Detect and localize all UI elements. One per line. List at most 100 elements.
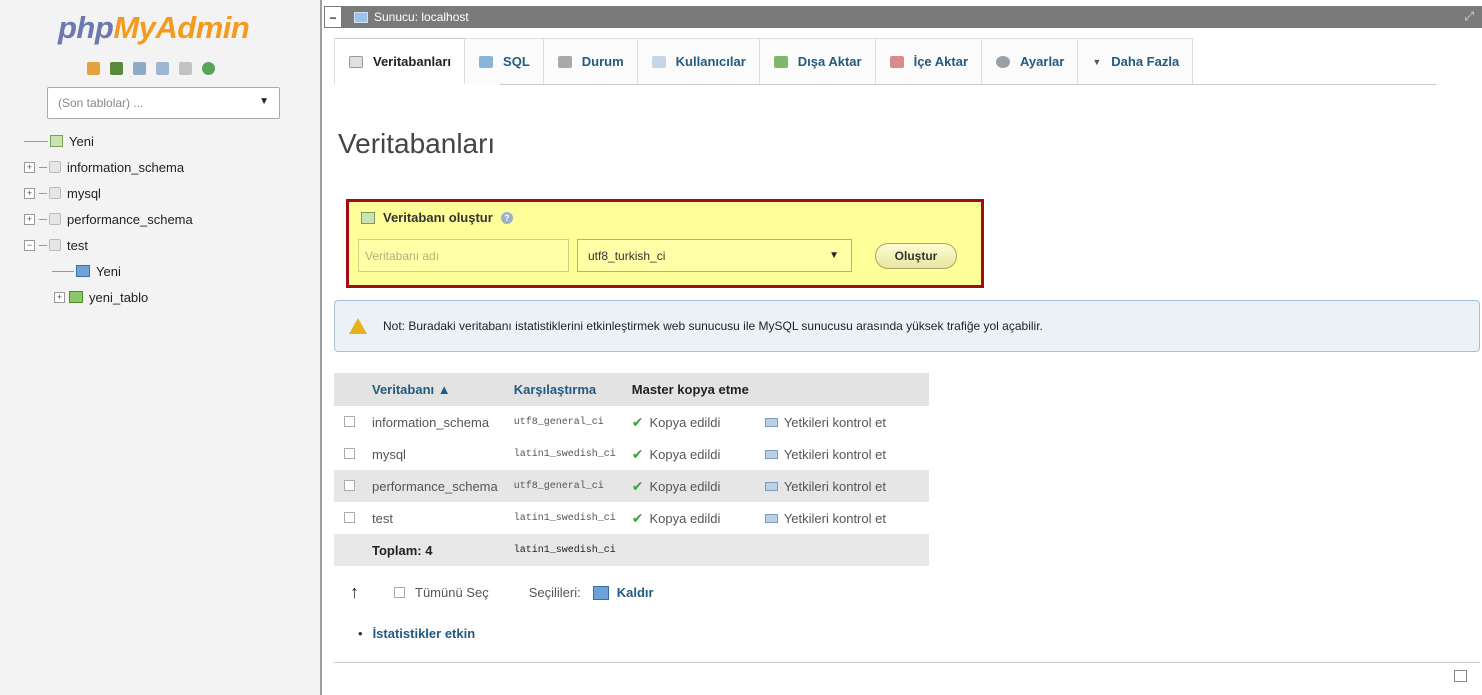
server-breadcrumb-bar: − Sunucu: localhost ⤢ — [324, 6, 1482, 28]
create-database-legend: Veritabanı oluştur ? — [361, 210, 513, 225]
row-checkbox[interactable] — [344, 447, 355, 459]
enable-statistics-link[interactable]: İstatistikler etkin — [358, 626, 476, 641]
check-privileges-label: Yetkileri kontrol et — [783, 446, 886, 462]
tab-users[interactable]: Kullanıcılar — [637, 38, 760, 84]
database-tree: Yeni + information_schema + mysql + perf… — [24, 128, 193, 310]
recent-tables-select[interactable]: (Son tablolar) ... ▼ — [47, 87, 280, 119]
table-row: performance_schema utf8_general_ci ✔ Kopy… — [334, 470, 929, 502]
phpmyadmin-logo[interactable]: phpMyAdmin — [58, 10, 250, 46]
expand-icon[interactable]: + — [24, 161, 35, 173]
expand-icon[interactable]: + — [24, 213, 35, 225]
collation-select[interactable]: utf8_turkish_ci ▼ — [577, 239, 852, 272]
tree-item-yeni-tablo[interactable]: + yeni_tablo — [24, 284, 193, 310]
docs-icon[interactable] — [156, 62, 169, 75]
privileges-icon — [764, 417, 778, 427]
tree-connector — [52, 270, 74, 272]
tree-item-label[interactable]: performance_schema — [67, 212, 193, 227]
expand-icon[interactable]: + — [54, 291, 65, 303]
new-database-icon — [50, 135, 63, 147]
tree-item-new-database[interactable]: Yeni — [24, 128, 193, 154]
check-privileges-link[interactable]: Yetkileri kontrol et — [757, 438, 929, 470]
collation-value: utf8_turkish_ci — [588, 248, 666, 263]
table-header-row: Veritabanı ▲ Karşılaştırma Master kopya … — [334, 373, 929, 406]
tab-export[interactable]: Dışa Aktar — [759, 38, 876, 84]
logo-php: php — [58, 10, 114, 45]
collapse-icon[interactable]: − — [24, 239, 35, 251]
tree-item-information-schema[interactable]: + information_schema — [24, 154, 193, 180]
collapse-navigation-button[interactable]: − — [324, 6, 342, 28]
select-all-label[interactable]: Tümünü Seç — [415, 585, 489, 600]
tab-databases[interactable]: Veritabanları — [334, 38, 466, 84]
help-icon[interactable]: ? — [500, 211, 513, 224]
select-all-checkbox[interactable] — [394, 587, 405, 598]
maximize-icon[interactable]: ⤢ — [1464, 9, 1474, 24]
database-name-link[interactable]: performance_schema — [364, 470, 506, 502]
check-icon: ✔ — [631, 477, 644, 494]
tab-status[interactable]: Durum — [543, 38, 638, 84]
database-icon — [49, 213, 61, 225]
tree-item-label[interactable]: Yeni — [69, 134, 94, 149]
chevron-down-icon: ▼ — [259, 96, 269, 107]
check-privileges-link[interactable]: Yetkileri kontrol et — [757, 406, 929, 438]
server-breadcrumb[interactable]: Sunucu: localhost — [374, 10, 469, 24]
header-action-cell — [756, 373, 929, 406]
table-row: mysql latin1_swedish_ci ✔ Kopya edildi Ye… — [334, 438, 929, 470]
create-button[interactable]: Oluştur — [875, 243, 957, 269]
row-checkbox[interactable] — [344, 479, 355, 491]
import-icon — [889, 55, 904, 68]
database-icon — [49, 187, 61, 199]
row-checkbox-cell — [334, 438, 364, 470]
create-database-title: Veritabanı oluştur — [383, 210, 493, 225]
privileges-icon — [764, 513, 778, 523]
reload-icon[interactable] — [202, 62, 215, 75]
database-name-input[interactable] — [358, 239, 569, 272]
replication-status: Kopya edildi — [649, 414, 721, 430]
tree-item-label[interactable]: mysql — [67, 186, 101, 201]
sql-docs-icon[interactable] — [179, 62, 192, 75]
database-name-link[interactable]: mysql — [364, 438, 506, 470]
check-privileges-link[interactable]: Yetkileri kontrol et — [757, 502, 929, 534]
collation-cell: utf8_general_ci — [505, 470, 624, 502]
chevron-down-icon: ▼ — [1092, 56, 1102, 67]
database-name-link[interactable]: information_schema — [364, 406, 506, 438]
console-divider — [334, 662, 1480, 663]
tab-import[interactable]: İçe Aktar — [875, 38, 983, 84]
check-privileges-link[interactable]: Yetkileri kontrol et — [756, 470, 929, 502]
tree-item-label[interactable]: Yeni — [96, 264, 121, 279]
tree-item-new-table[interactable]: Yeni — [24, 258, 193, 284]
query-window-icon[interactable] — [133, 62, 146, 75]
row-checkbox[interactable] — [344, 415, 355, 427]
top-menu-tabs: Veritabanları SQL Durum Kullanıcılar Dış… — [334, 38, 1194, 84]
drop-button[interactable]: Kaldır — [617, 585, 654, 600]
expand-icon[interactable]: + — [24, 187, 35, 199]
tabs-divider — [500, 84, 1436, 85]
logout-icon[interactable] — [110, 62, 123, 75]
console-icon[interactable] — [1454, 670, 1467, 682]
replication-status: Kopya edildi — [649, 446, 721, 462]
header-collation[interactable]: Karşılaştırma — [505, 373, 624, 406]
home-icon[interactable] — [87, 62, 100, 75]
replication-cell: ✔ Kopya edildi — [624, 502, 757, 534]
tree-connector — [39, 218, 47, 220]
tree-item-label[interactable]: yeni_tablo — [89, 290, 148, 305]
tree-item-performance-schema[interactable]: + performance_schema — [24, 206, 193, 232]
logo-myadmin: MyAdmin — [113, 10, 250, 45]
tab-more[interactable]: ▼ Daha Fazla — [1078, 38, 1194, 84]
tab-sql[interactable]: SQL — [465, 38, 544, 84]
tree-item-label[interactable]: information_schema — [67, 160, 184, 175]
tree-item-mysql[interactable]: + mysql — [24, 180, 193, 206]
server-icon — [354, 11, 368, 23]
header-database[interactable]: Veritabanı ▲ — [364, 373, 506, 406]
row-checkbox[interactable] — [344, 511, 355, 523]
collation-cell: latin1_swedish_ci — [513, 448, 616, 460]
row-checkbox-cell — [334, 502, 364, 534]
replication-cell: ✔ Kopya edildi — [623, 470, 757, 502]
tree-item-test[interactable]: − test — [24, 232, 193, 258]
tab-settings[interactable]: Ayarlar — [982, 38, 1079, 84]
total-spacer-cell — [334, 534, 364, 566]
header-checkbox-cell — [334, 373, 364, 406]
tree-item-label[interactable]: test — [67, 238, 88, 253]
database-name-link[interactable]: test — [364, 502, 506, 534]
row-checkbox-cell — [334, 406, 364, 438]
table-icon — [69, 291, 83, 303]
